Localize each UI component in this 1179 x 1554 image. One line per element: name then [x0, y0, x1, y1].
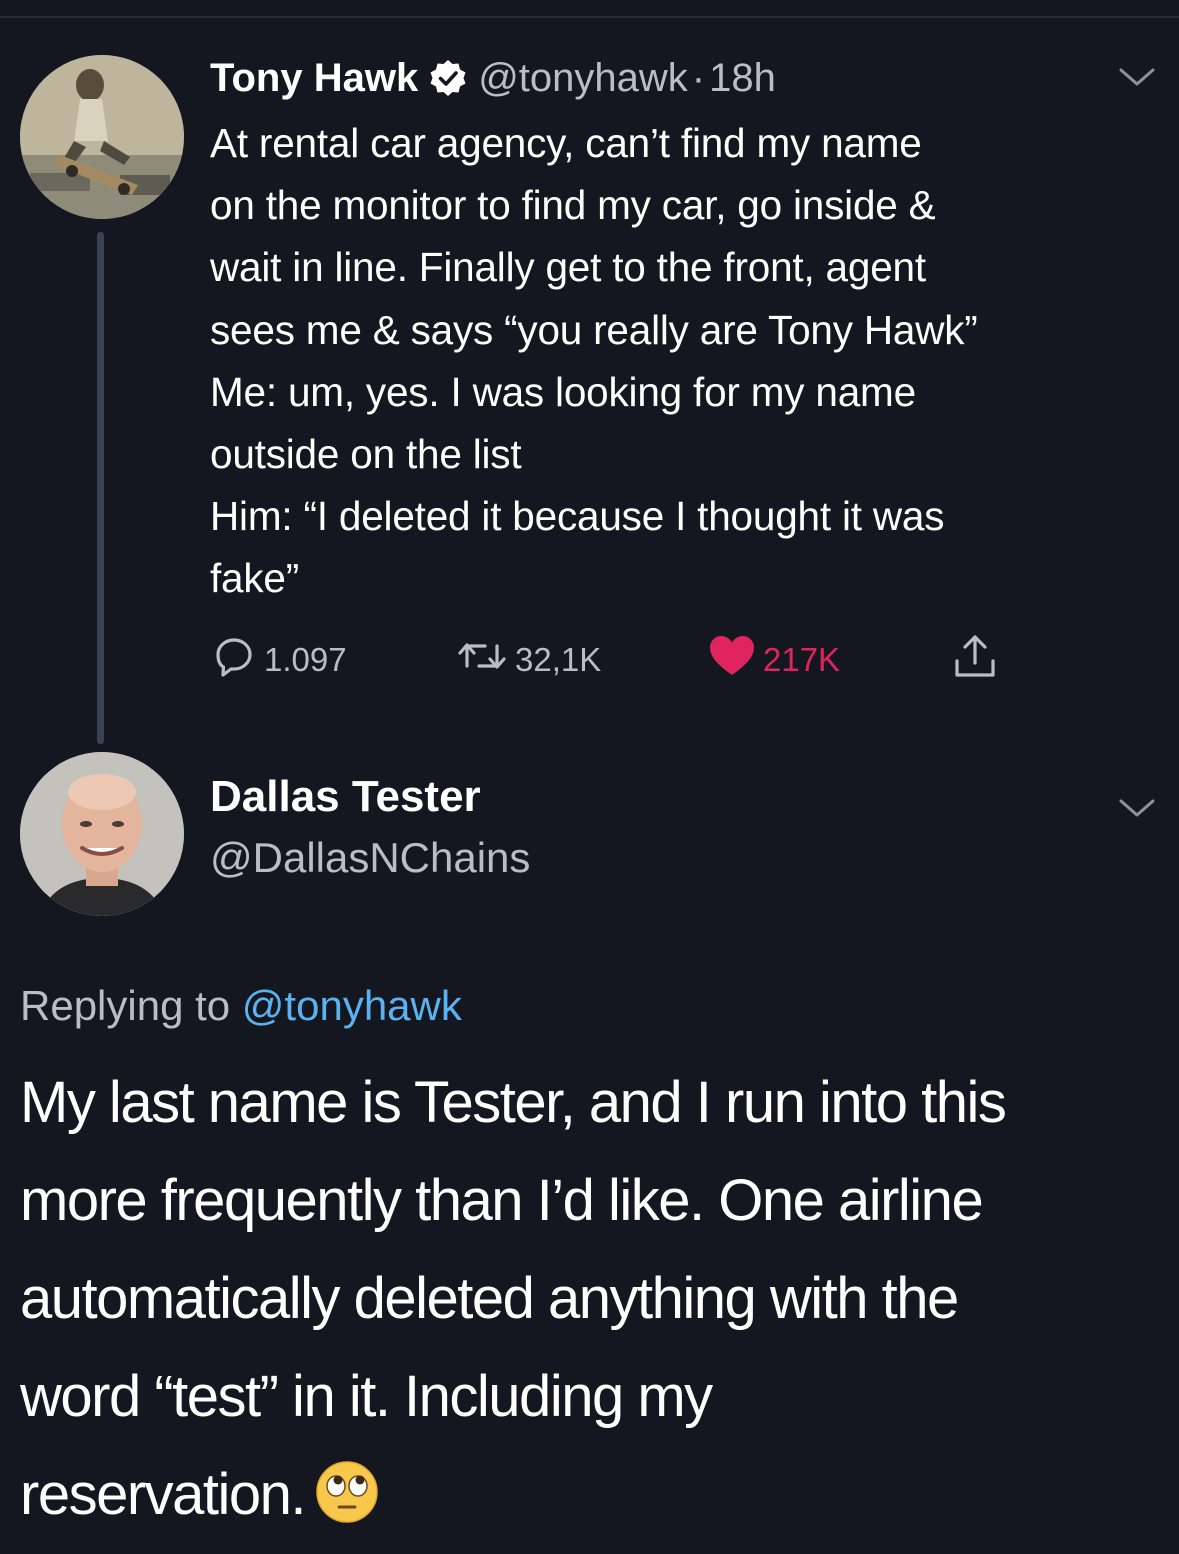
tweet-menu-chevron-icon[interactable]: [1115, 62, 1159, 92]
tweet-body: At rental car agency, can’t find my name…: [210, 112, 1165, 610]
retweet-button[interactable]: 32,1K: [455, 632, 601, 688]
retweet-count: 32,1K: [515, 641, 602, 678]
tweet-body-line: wait in line. Finally get to the front, …: [210, 244, 926, 291]
reply-body-line: My last name is Tester, and I run into t…: [20, 1070, 1007, 1135]
replying-to-mention[interactable]: @tonyhawk: [242, 982, 462, 1029]
reply-body-line: reservation.: [20, 1462, 307, 1527]
tweet-body-line: sees me & says “you really are Tony Hawk…: [210, 306, 978, 353]
reply-body-last-line: reservation.: [20, 1446, 1170, 1544]
reply-author-name[interactable]: Dallas Tester: [210, 772, 481, 822]
reply-menu-chevron-icon[interactable]: [1115, 793, 1159, 823]
tweet-body-line: fake”: [210, 555, 300, 602]
reply-count: 1.097: [264, 641, 347, 678]
reply-body-line: more frequently than I’d like. One airli…: [20, 1168, 984, 1233]
replying-to: Replying to @tonyhawk: [20, 982, 462, 1030]
separator-dot: ·: [691, 55, 706, 100]
tony-hawk-avatar[interactable]: [20, 55, 184, 219]
retweet-icon: [455, 632, 515, 688]
tweet-time[interactable]: 18h: [709, 56, 776, 101]
reply-author-handle[interactable]: @DallasNChains: [210, 834, 530, 882]
tweet-actions: 1.097 32,1K 217K: [210, 632, 1030, 688]
reply-body: My last name is Tester, and I run into t…: [20, 1054, 1170, 1544]
verified-badge-icon: [428, 58, 468, 98]
thread-connector: [97, 232, 104, 744]
heart-icon: [707, 632, 763, 688]
share-icon: [950, 631, 1006, 689]
reply-body-line: word “test” in it. Including my: [20, 1364, 713, 1429]
reply-body-line: automatically deleted anything with the: [20, 1266, 959, 1331]
tweet-body-line: outside on the list: [210, 431, 522, 478]
top-divider: [0, 16, 1179, 18]
tweet-body-line: Me: um, yes. I was looking for my name: [210, 368, 916, 415]
replying-to-label: Replying to: [20, 982, 231, 1029]
author-handle[interactable]: @tonyhawk: [478, 56, 688, 101]
reply-button[interactable]: 1.097: [210, 632, 347, 688]
dallas-tester-avatar[interactable]: [20, 752, 184, 916]
author-name[interactable]: Tony Hawk: [210, 56, 418, 101]
tweet-body-line: At rental car agency, can’t find my name: [210, 120, 922, 166]
like-count: 217K: [763, 641, 841, 678]
tweet-header: Tony Hawk @tonyhawk · 18h: [210, 50, 776, 106]
like-button[interactable]: 217K: [707, 632, 840, 688]
tweet-body-line: Him: “I deleted it because I thought it …: [210, 493, 945, 540]
reply-icon: [210, 632, 264, 688]
rolling-eyes-emoji-icon: [315, 1456, 379, 1523]
tweet-body-line: on the monitor to find my car, go inside…: [210, 182, 936, 229]
share-button[interactable]: [950, 632, 1006, 688]
